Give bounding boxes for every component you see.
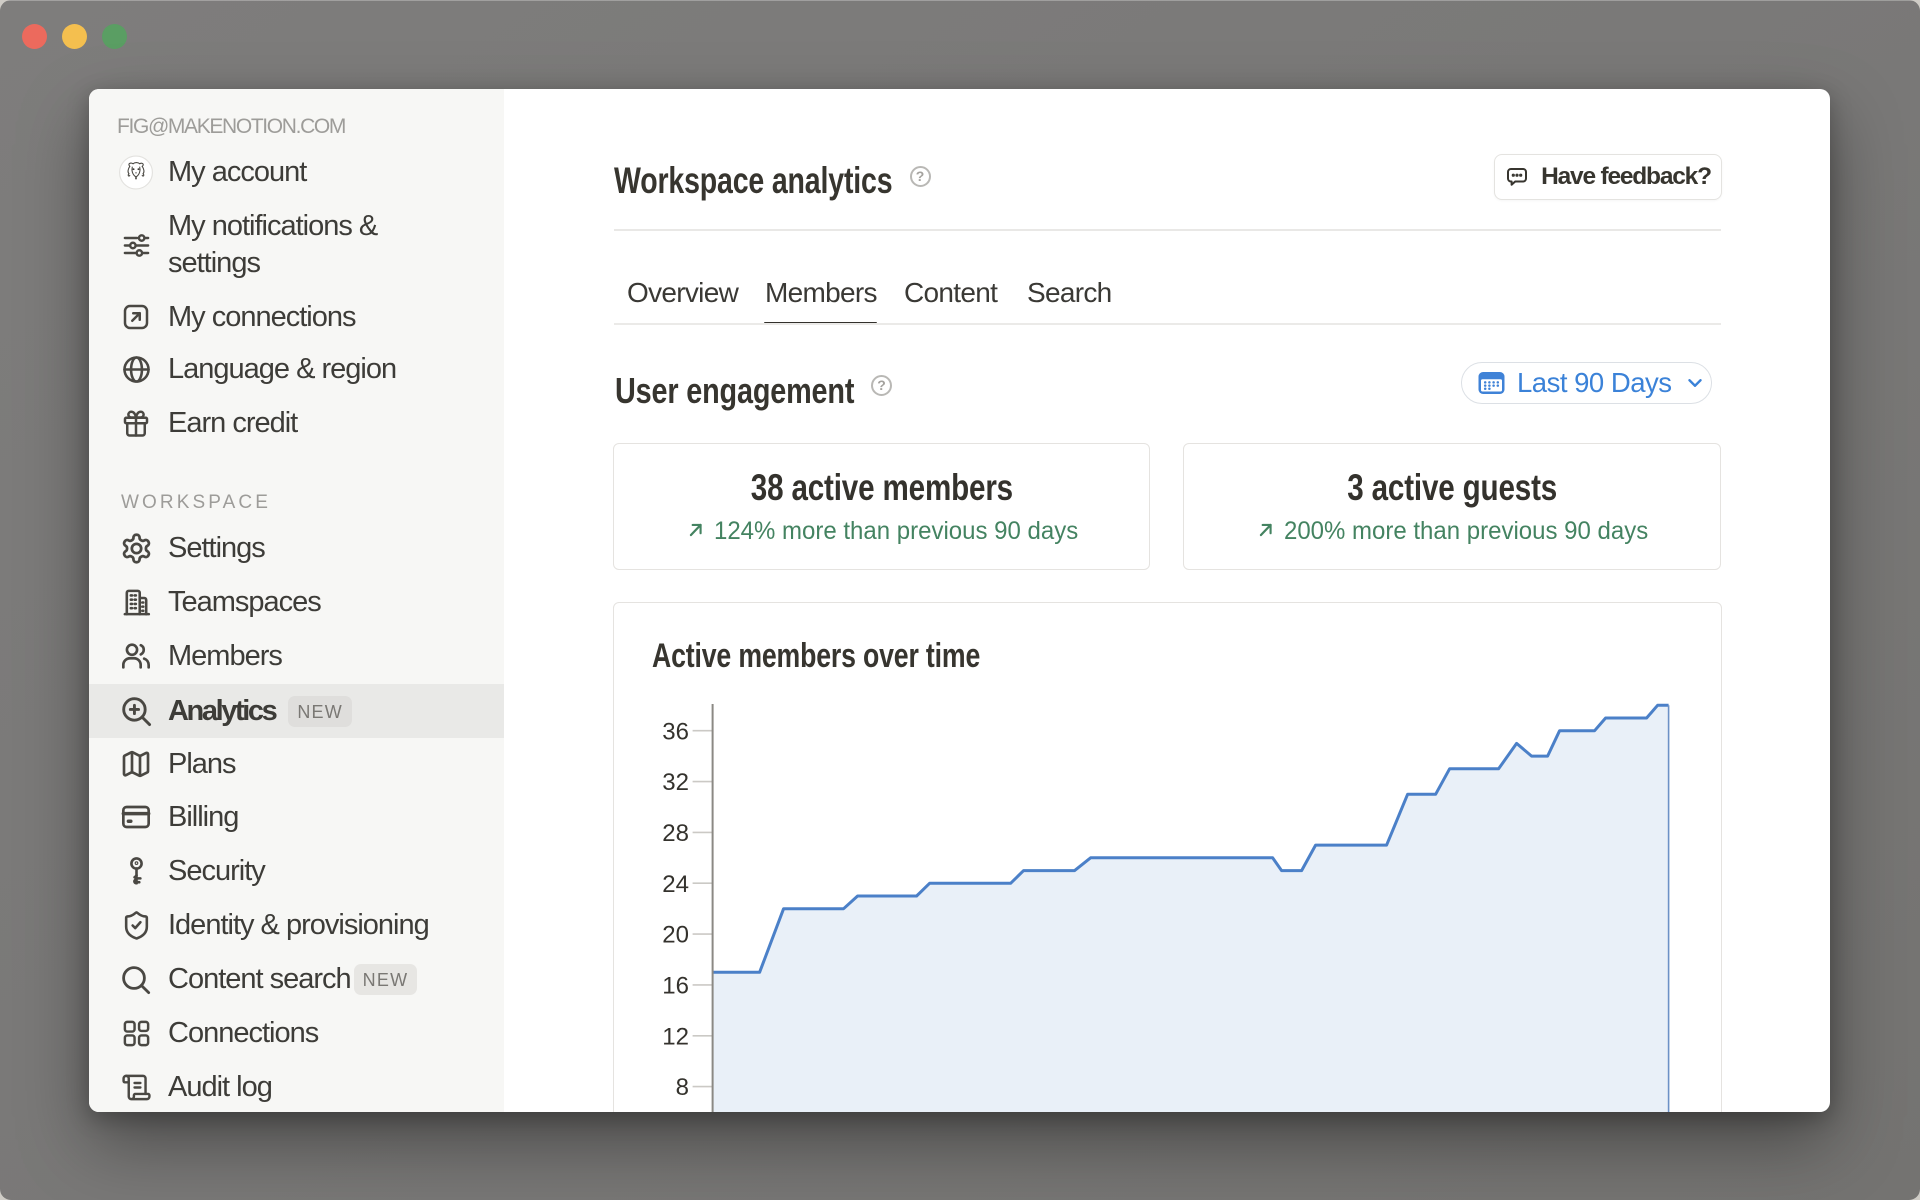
svg-text:36: 36	[662, 718, 689, 745]
svg-text:8: 8	[675, 1074, 688, 1101]
svg-text:20: 20	[662, 921, 689, 948]
svg-text:16: 16	[662, 972, 689, 999]
svg-text:28: 28	[662, 820, 689, 847]
svg-text:24: 24	[662, 870, 689, 897]
svg-text:12: 12	[662, 1023, 689, 1050]
svg-text:32: 32	[662, 769, 689, 796]
